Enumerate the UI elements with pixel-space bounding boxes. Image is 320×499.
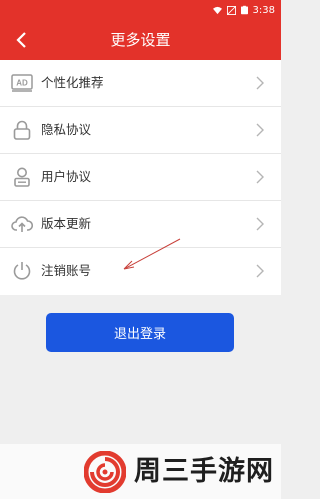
chevron-right-icon xyxy=(256,170,264,184)
watermark-logo-icon xyxy=(84,451,126,493)
wifi-icon xyxy=(212,6,222,14)
chevron-right-icon xyxy=(256,76,264,90)
menu-item-privacy-policy[interactable]: 隐私协议 xyxy=(0,107,281,154)
menu-item-version-update[interactable]: 版本更新 xyxy=(0,201,281,248)
chevron-left-icon xyxy=(16,32,26,48)
battery-icon xyxy=(240,5,248,15)
menu-item-label: 注销账号 xyxy=(41,263,92,278)
menu-item-label: 版本更新 xyxy=(41,216,92,231)
app-bar: 更多设置 xyxy=(0,20,281,60)
chevron-right-icon xyxy=(256,217,264,231)
chevron-right-icon xyxy=(256,123,264,137)
svg-text:AD: AD xyxy=(16,79,28,88)
menu-item-label: 个性化推荐 xyxy=(41,75,104,90)
menu-item-user-agreement[interactable]: 用户协议 xyxy=(0,154,281,201)
menu-item-label: 隐私协议 xyxy=(41,122,92,137)
status-time: 3:38 xyxy=(252,4,275,16)
page-title: 更多设置 xyxy=(110,31,171,49)
menu-item-delete-account[interactable]: 注销账号 xyxy=(0,248,281,295)
signal-icon xyxy=(226,5,236,15)
logout-button[interactable]: 退出登录 xyxy=(46,313,234,352)
user-icon xyxy=(11,166,33,188)
settings-menu: AD 个性化推荐 隐私协议 用户协议 版本更新 注销账号 xyxy=(0,60,281,295)
status-bar: 3:38 xyxy=(0,0,281,20)
power-icon xyxy=(11,260,33,282)
lock-icon xyxy=(11,119,33,141)
menu-item-personalized-recommendation[interactable]: AD 个性化推荐 xyxy=(0,60,281,107)
ad-icon: AD xyxy=(11,72,33,94)
menu-item-label: 用户协议 xyxy=(41,169,92,184)
watermark-text: 周三手游网 xyxy=(134,456,274,487)
cloud-upload-icon xyxy=(11,213,33,235)
chevron-right-icon xyxy=(256,264,264,278)
back-button[interactable] xyxy=(10,28,34,52)
